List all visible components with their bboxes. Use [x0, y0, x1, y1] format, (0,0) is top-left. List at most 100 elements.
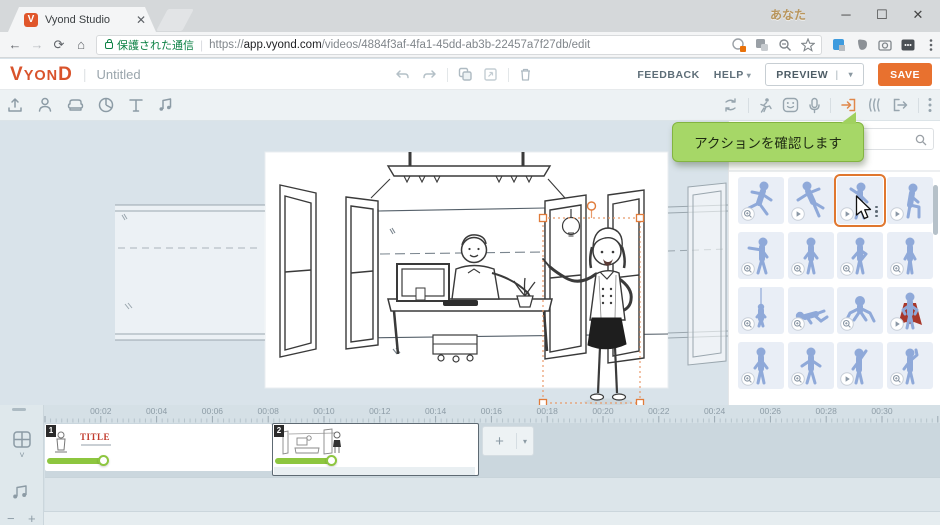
extension-dots-icon[interactable] [901, 38, 915, 52]
upload-icon[interactable] [6, 96, 24, 114]
home-icon[interactable]: ⌂ [70, 37, 92, 52]
action-thumbnail-hip[interactable] [837, 232, 884, 279]
undo-icon[interactable] [395, 68, 411, 82]
extension-blue-icon[interactable] [832, 38, 846, 52]
panel-scrollbar[interactable] [933, 185, 938, 235]
window-minimize-button[interactable]: ─ [828, 0, 864, 30]
offstage-wall-left [115, 204, 265, 341]
character-icon[interactable] [36, 96, 54, 114]
text-icon[interactable] [127, 96, 145, 114]
offstage-wall-right [667, 182, 728, 366]
chart-icon[interactable] [97, 96, 115, 114]
audio-track-icon[interactable] [0, 484, 44, 500]
action-thumbnail-jump[interactable] [787, 177, 834, 224]
action-grid [729, 121, 940, 405]
copy-icon[interactable] [458, 67, 473, 82]
delete-icon[interactable] [519, 67, 532, 82]
paste-icon[interactable] [483, 67, 498, 82]
ruler-time-label: 00:06 [202, 406, 224, 416]
back-icon[interactable]: ← [4, 37, 26, 52]
permissions-icon[interactable] [732, 37, 746, 52]
timeline-bottom-bar [0, 511, 940, 525]
browser-tab[interactable]: V Vyond Studio ✕ [8, 7, 156, 32]
action-thumbnail-cape[interactable] [886, 287, 933, 334]
editing-canvas[interactable] [0, 121, 728, 405]
timeline-zoom-out[interactable]: − [7, 512, 15, 525]
new-tab-button[interactable] [156, 9, 194, 31]
swap-icon[interactable] [722, 97, 739, 113]
browser-profile-name[interactable]: あなた [770, 6, 806, 23]
document-title[interactable]: Untitled [97, 67, 141, 82]
resize-handle[interactable] [538, 213, 548, 223]
help-menu[interactable]: HELP ▾ [714, 69, 752, 81]
vyond-logo[interactable]: VYOND [10, 65, 73, 84]
microphone-icon[interactable] [808, 97, 821, 114]
tab-close-icon[interactable]: ✕ [136, 14, 146, 26]
ruler-time-label: 00:30 [871, 406, 893, 416]
action-thumbnail-wide[interactable] [787, 342, 834, 389]
scene-progress-bar[interactable] [275, 458, 332, 464]
secure-label: 保護された通信 [117, 39, 194, 52]
action-thumbnail-stand[interactable] [738, 342, 784, 389]
browser-titlebar: V Vyond Studio ✕ あなた ─ ☐ ✕ [0, 0, 940, 32]
scene-progress-bar[interactable] [47, 458, 104, 464]
scenes-track-icon[interactable] [0, 431, 44, 448]
action-thumbnail-phone[interactable] [886, 342, 933, 389]
action-thumbnail-raise[interactable] [837, 342, 884, 389]
redo-icon[interactable] [421, 68, 437, 82]
window-maximize-button[interactable]: ☐ [864, 0, 900, 30]
scene-thumbnail[interactable] [275, 426, 353, 456]
translate-icon[interactable] [755, 38, 769, 52]
expression-icon[interactable] [782, 97, 799, 113]
audio-track[interactable] [45, 477, 940, 511]
feedback-link[interactable]: FEEDBACK [637, 69, 699, 81]
scene-progress-knob[interactable] [98, 455, 109, 466]
preview-button[interactable]: PREVIEW | ▾ [765, 63, 865, 86]
exit-icon[interactable] [892, 97, 909, 113]
save-button[interactable]: SAVE [878, 63, 932, 86]
forward-icon[interactable]: → [26, 37, 48, 52]
action-thumbnail-point[interactable] [738, 232, 784, 279]
more-options-icon[interactable] [928, 97, 932, 113]
prop-icon[interactable] [66, 96, 85, 114]
toolbar-separator [918, 97, 919, 113]
button-divider: | [835, 68, 839, 81]
action-thumbnail-stand2[interactable] [886, 232, 933, 279]
scene-block-2[interactable]: 2 [272, 423, 479, 476]
audio-icon[interactable] [157, 96, 175, 114]
bookmark-star-icon[interactable] [801, 37, 815, 52]
header-separator [508, 67, 509, 82]
chrome-menu-icon[interactable] [924, 38, 938, 52]
enter-icon[interactable] [840, 97, 857, 113]
secure-lock-icon [105, 39, 113, 49]
action-icon[interactable] [758, 97, 773, 114]
chevron-down-icon: ▾ [522, 436, 527, 446]
action-thumbnail-stand[interactable] [787, 232, 834, 279]
scene-progress-knob[interactable] [326, 455, 337, 466]
timeline-zoom-in[interactable]: + [28, 512, 36, 525]
motion-icon[interactable] [866, 97, 883, 113]
action-thumbnail-crouch[interactable] [837, 287, 884, 334]
screenshot-camera-icon[interactable] [878, 38, 892, 52]
zoom-page-icon[interactable] [778, 38, 792, 52]
thumbnail-menu-icon[interactable] [875, 205, 879, 220]
action-thumbnail-run[interactable] [738, 177, 784, 224]
evernote-icon[interactable] [855, 38, 869, 52]
scene-motion-substrip [274, 467, 475, 475]
address-bar[interactable]: 保護された通信 | https://app.vyond.com/videos/4… [96, 34, 822, 55]
add-scene-button[interactable]: + ▾ [482, 426, 534, 456]
collapse-chevron-icon[interactable]: ˅ [0, 450, 44, 460]
vyond-studio-window: V Vyond Studio ✕ あなた ─ ☐ ✕ ← → ⟳ ⌂ 保護された… [0, 0, 940, 525]
action-thumbnail-hang[interactable] [738, 287, 784, 334]
refresh-icon[interactable]: ⟳ [48, 37, 70, 53]
scene-block-1[interactable]: 1 TITLE [45, 424, 272, 471]
timeline-drag-handle[interactable] [12, 408, 26, 411]
action-thumbnail-sit[interactable] [886, 177, 933, 224]
timeline-ruler[interactable]: 00:02 00:04 00:06 00:08 00:10 00:12 00:14 00:16… [0, 405, 940, 423]
scene-thumbnail[interactable]: TITLE [47, 426, 125, 456]
resize-handle[interactable] [635, 213, 645, 223]
action-thumbnail-floor[interactable] [787, 287, 834, 334]
ruler-time-label: 00:22 [648, 406, 670, 416]
window-close-button[interactable]: ✕ [900, 0, 936, 30]
scene-number-badge: 1 [46, 425, 56, 437]
